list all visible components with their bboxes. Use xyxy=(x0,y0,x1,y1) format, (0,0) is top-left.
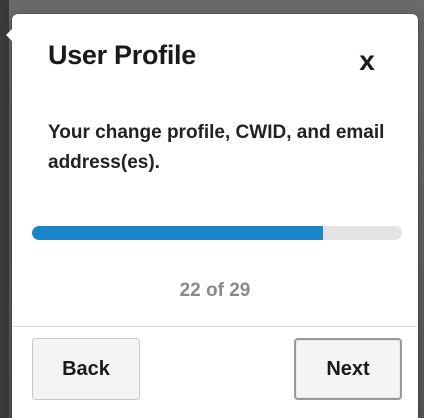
next-button[interactable]: Next xyxy=(294,338,402,400)
tour-pointer-arrow xyxy=(6,26,15,44)
dialog-title: User Profile xyxy=(48,40,196,70)
progress-bar xyxy=(32,226,402,240)
back-button[interactable]: Back xyxy=(32,338,140,400)
progress-bar-fill xyxy=(32,226,323,240)
close-button[interactable]: x xyxy=(352,44,382,78)
footer-divider xyxy=(12,326,418,327)
step-counter: 22 of 29 xyxy=(179,280,251,301)
background-panel-edge xyxy=(0,0,9,418)
tour-dialog: User Profile x Your change profile, CWID… xyxy=(12,14,418,418)
dialog-description: Your change profile, CWID, and email add… xyxy=(48,122,385,173)
